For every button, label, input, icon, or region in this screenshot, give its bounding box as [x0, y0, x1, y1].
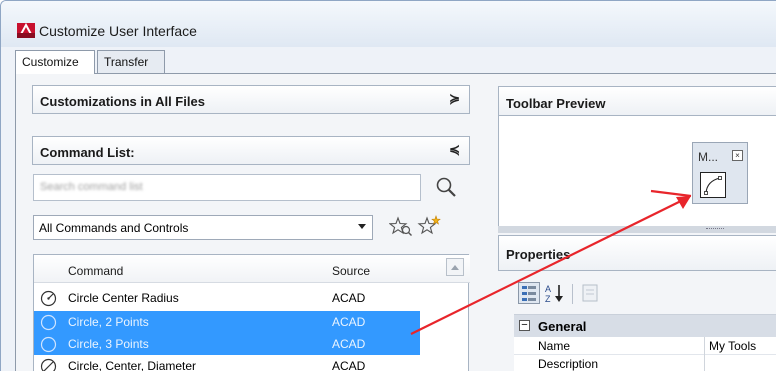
command-list: Command Source Circle Center Radius ACAD… — [33, 254, 470, 371]
toolbar-preview-title: Toolbar Preview — [506, 96, 606, 111]
toolbar-separator — [572, 284, 573, 304]
tab-customize[interactable]: Customize — [15, 50, 95, 74]
arc-icon — [704, 176, 722, 195]
customizations-panel-header[interactable]: Customizations in All Files ≽ — [32, 85, 470, 114]
find-command-star-icon[interactable] — [389, 216, 413, 238]
property-category-general[interactable]: − General — [514, 315, 776, 337]
command-list-panel-header[interactable]: Command List: ≼ — [32, 136, 470, 165]
property-key: Name — [538, 339, 571, 353]
command-source: ACAD — [332, 359, 366, 371]
command-row[interactable]: Circle Center Radius ACAD — [34, 287, 420, 309]
svg-text:Z: Z — [545, 294, 551, 304]
command-list-header: Command Source — [34, 255, 470, 283]
properties-header: Properties — [498, 235, 776, 271]
command-row-selected[interactable]: Circle, 2 Points ACAD — [34, 311, 420, 333]
title-bar: Customize User Interface — [1, 1, 776, 47]
preview-toolbar-title: M... — [698, 150, 718, 164]
property-pages-icon[interactable] — [580, 283, 600, 303]
window-title: Customize User Interface — [39, 23, 197, 39]
property-row-name[interactable]: Name My Tools — [514, 337, 776, 355]
tab-transfer[interactable]: Transfer — [97, 50, 165, 73]
svg-text:A: A — [545, 284, 551, 294]
column-header-source[interactable]: Source — [332, 264, 370, 278]
command-name: Circle, 3 Points — [68, 337, 149, 351]
filter-value: All Commands and Controls — [39, 221, 189, 235]
close-icon[interactable]: × — [732, 150, 743, 161]
dropdown-arrow-icon[interactable] — [358, 224, 366, 229]
splitter-grip[interactable] — [706, 228, 724, 231]
command-list-title: Command List: — [40, 145, 135, 160]
preview-toolbar[interactable]: M... × — [692, 142, 748, 204]
autocad-app-icon — [17, 23, 35, 38]
command-name: Circle, Center, Diameter — [68, 359, 197, 371]
expand-chevron-icon[interactable]: ≽ — [449, 92, 460, 106]
collapse-icon[interactable]: − — [519, 320, 530, 331]
category-label: General — [538, 319, 587, 334]
command-source: ACAD — [332, 291, 366, 305]
properties-grid: − General Name My Tools Description — [514, 314, 776, 371]
command-filter-dropdown[interactable]: All Commands and Controls — [33, 215, 373, 240]
grid-divider — [704, 355, 705, 371]
property-value[interactable]: My Tools — [709, 339, 756, 353]
command-source: ACAD — [332, 337, 366, 351]
command-row-selected[interactable]: Circle, 3 Points ACAD — [34, 333, 420, 355]
search-icon[interactable] — [434, 175, 458, 199]
scroll-up-arrow-icon — [451, 265, 459, 270]
command-name: Circle, 2 Points — [68, 315, 149, 329]
column-header-command[interactable]: Command — [68, 264, 123, 278]
properties-title: Properties — [506, 247, 571, 262]
scroll-up-button[interactable] — [446, 258, 464, 276]
circle-diameter-icon — [40, 358, 57, 371]
categorized-view-icon[interactable] — [518, 282, 540, 304]
toolbar-command-button[interactable] — [700, 172, 726, 198]
circle-2point-icon — [40, 314, 57, 331]
create-command-star-icon[interactable] — [417, 215, 441, 237]
property-key: Description — [538, 357, 599, 371]
panel-splitter[interactable] — [498, 226, 776, 233]
command-search-input[interactable]: Search command list — [33, 174, 421, 201]
grid-divider — [704, 337, 705, 355]
command-source: ACAD — [332, 315, 366, 329]
search-placeholder: Search command list — [40, 181, 143, 193]
circle-3point-icon — [40, 336, 57, 353]
property-row-description[interactable]: Description — [514, 355, 776, 371]
sort-alphabetical-icon[interactable]: A Z — [544, 282, 566, 304]
customize-ui-window: Customize User Interface Customize Trans… — [0, 0, 776, 371]
circle-radius-icon — [40, 290, 57, 307]
command-row[interactable]: Circle, Center, Diameter ACAD — [34, 355, 420, 371]
customizations-title: Customizations in All Files — [40, 94, 205, 109]
command-name: Circle Center Radius — [68, 291, 179, 305]
collapse-chevron-icon[interactable]: ≼ — [449, 143, 460, 157]
toolbar-preview-header: Toolbar Preview — [498, 86, 776, 116]
